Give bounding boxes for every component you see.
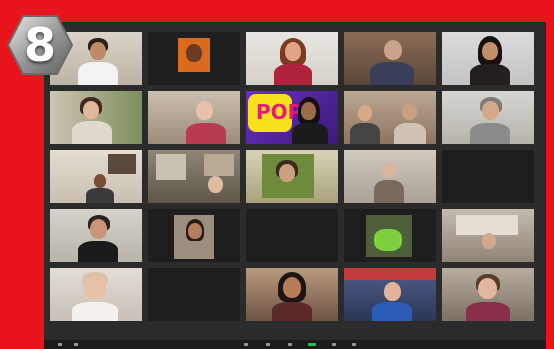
participant-tile[interactable] bbox=[442, 32, 534, 85]
participant-face bbox=[301, 102, 316, 120]
video-icon[interactable] bbox=[74, 343, 78, 346]
record-icon[interactable] bbox=[332, 343, 336, 346]
participant-tile-name-only[interactable] bbox=[148, 268, 240, 321]
participant-face-second bbox=[402, 103, 417, 120]
participant-tile[interactable] bbox=[246, 32, 338, 85]
participant-tile[interactable] bbox=[246, 150, 338, 203]
participant-tile[interactable] bbox=[148, 32, 240, 85]
participant-tile-name-only[interactable] bbox=[442, 150, 534, 203]
participant-shirt bbox=[372, 302, 412, 321]
participant-tile-active-speaker[interactable] bbox=[50, 209, 142, 262]
mute-icon[interactable] bbox=[58, 343, 62, 346]
participant-shirt bbox=[466, 302, 510, 321]
participant-tile[interactable] bbox=[50, 268, 142, 321]
participant-face bbox=[208, 176, 223, 193]
participant-face bbox=[84, 276, 106, 300]
participant-face bbox=[279, 164, 295, 182]
security-icon[interactable] bbox=[244, 343, 248, 346]
participants-icon[interactable] bbox=[266, 343, 270, 346]
participant-tile-name-only[interactable] bbox=[246, 209, 338, 262]
participant-tile[interactable] bbox=[344, 32, 436, 85]
participant-shirt bbox=[470, 64, 510, 85]
share-screen-icon[interactable] bbox=[308, 343, 316, 346]
wall-picture bbox=[108, 154, 136, 174]
participant-face bbox=[358, 105, 372, 121]
participant-shirt bbox=[350, 123, 380, 144]
pop-sign: POP bbox=[248, 94, 302, 132]
participant-shirt bbox=[78, 241, 118, 262]
participant-face bbox=[285, 42, 301, 61]
meeting-toolbar bbox=[44, 340, 546, 349]
episode-number-badge: 8 bbox=[6, 14, 74, 76]
participant-shirt bbox=[370, 62, 414, 85]
participant-face bbox=[188, 223, 202, 239]
plush-toy bbox=[374, 229, 402, 251]
participant-face bbox=[482, 233, 496, 249]
participant-tile[interactable]: POP bbox=[246, 91, 338, 144]
participant-shirt bbox=[86, 188, 114, 203]
participant-shirt bbox=[186, 123, 226, 144]
gallery-view-grid: POP bbox=[50, 32, 538, 340]
participant-face bbox=[186, 44, 202, 62]
participant-face bbox=[384, 40, 402, 60]
participant-face bbox=[83, 101, 99, 119]
participant-shirt bbox=[374, 180, 404, 203]
video-call-window: POP bbox=[44, 22, 546, 349]
participant-face bbox=[94, 174, 106, 188]
participant-tile[interactable] bbox=[442, 209, 534, 262]
participant-face bbox=[382, 162, 396, 178]
participant-face bbox=[384, 282, 401, 301]
participant-tile[interactable] bbox=[246, 268, 338, 321]
participant-tile[interactable] bbox=[344, 268, 436, 321]
participant-tile[interactable] bbox=[344, 209, 436, 262]
banner-background bbox=[344, 268, 436, 280]
chat-icon[interactable] bbox=[288, 343, 292, 346]
participant-tile[interactable] bbox=[148, 209, 240, 262]
participant-shirt bbox=[72, 121, 112, 144]
badge-number: 8 bbox=[23, 18, 56, 72]
participant-shirt bbox=[272, 302, 312, 321]
participant-face bbox=[196, 101, 213, 120]
participant-shirt-second bbox=[394, 123, 426, 144]
participant-face bbox=[482, 101, 499, 120]
participant-shirt bbox=[274, 64, 312, 85]
wall-picture-second bbox=[204, 154, 234, 176]
participant-tile[interactable] bbox=[442, 268, 534, 321]
window-background bbox=[456, 215, 518, 235]
reactions-icon[interactable] bbox=[352, 343, 356, 346]
participant-face bbox=[482, 42, 498, 60]
participant-face bbox=[90, 42, 106, 60]
participant-face bbox=[90, 219, 107, 239]
wall-picture bbox=[156, 154, 186, 180]
participant-tile[interactable] bbox=[148, 91, 240, 144]
participant-tile[interactable] bbox=[148, 150, 240, 203]
participant-tile[interactable] bbox=[442, 91, 534, 144]
participant-shirt bbox=[72, 302, 118, 321]
participant-tile[interactable] bbox=[344, 150, 436, 203]
participant-face bbox=[478, 278, 497, 299]
participant-tile[interactable] bbox=[344, 91, 436, 144]
participant-shirt bbox=[470, 123, 510, 144]
pop-sign-text: POP bbox=[256, 100, 303, 124]
participant-face bbox=[283, 277, 301, 298]
participant-shirt bbox=[292, 123, 328, 144]
participant-tile[interactable] bbox=[50, 91, 142, 144]
participant-tile[interactable] bbox=[50, 150, 142, 203]
participant-shirt bbox=[78, 62, 118, 85]
